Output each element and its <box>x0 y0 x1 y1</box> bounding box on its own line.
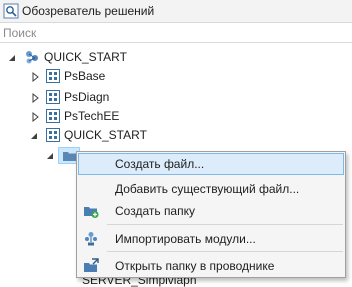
menu-item-label: Добавить существующий файл... <box>115 182 300 196</box>
project-label: PsTechEE <box>64 109 120 123</box>
new-folder-icon <box>83 203 99 219</box>
project-icon <box>45 127 61 143</box>
project-label: PsDiagn <box>64 90 110 104</box>
menu-item-label: Создать папку <box>115 204 195 218</box>
tree-project-row[interactable]: PsDiagn <box>0 87 200 107</box>
tree-root-label: QUICK_START <box>44 50 127 64</box>
expanded-arrow-icon[interactable] <box>29 130 39 140</box>
tree-project-row[interactable]: QUICK_START <box>0 125 200 145</box>
open-in-explorer-icon <box>83 258 99 274</box>
import-modules-icon <box>83 231 99 247</box>
project-label: QUICK_START <box>64 128 147 142</box>
search-box <box>0 22 352 43</box>
menu-item-create-file[interactable]: Создать файл... <box>78 153 344 175</box>
tree-project-row[interactable]: PsTechEE <box>0 106 200 126</box>
context-menu: Создать файл... Добавить существующий фа… <box>76 151 346 278</box>
solution-icon <box>24 49 40 65</box>
project-label: PsBase <box>64 69 106 83</box>
menu-item-label: Создать файл... <box>115 157 205 171</box>
collapsed-arrow-icon[interactable] <box>30 111 40 123</box>
menu-item-add-existing-file[interactable]: Добавить существующий файл... <box>78 178 344 200</box>
project-icon <box>45 89 61 105</box>
menu-item-open-in-explorer[interactable]: Открыть папку в проводнике <box>78 255 344 277</box>
collapsed-arrow-icon[interactable] <box>30 71 40 83</box>
menu-separator <box>107 251 343 252</box>
tree-root-row[interactable]: QUICK_START <box>0 47 200 67</box>
collapsed-arrow-icon[interactable] <box>30 92 40 104</box>
project-icon <box>45 68 61 84</box>
menu-item-import-modules[interactable]: Импортировать модули... <box>78 228 344 250</box>
panel-titlebar: Обозреватель решений <box>0 0 352 22</box>
search-input[interactable] <box>3 24 343 41</box>
project-icon <box>45 108 61 124</box>
menu-separator <box>107 224 343 225</box>
menu-item-label: Открыть папку в проводнике <box>115 259 275 273</box>
expanded-arrow-icon[interactable] <box>45 150 55 160</box>
expanded-arrow-icon[interactable] <box>7 52 17 62</box>
solution-explorer-icon <box>3 3 19 19</box>
menu-item-create-folder[interactable]: Создать папку <box>78 200 344 222</box>
panel-title: Обозреватель решений <box>22 4 155 18</box>
menu-item-label: Импортировать модули... <box>115 232 256 246</box>
tree-project-row[interactable]: PsBase <box>0 66 200 86</box>
